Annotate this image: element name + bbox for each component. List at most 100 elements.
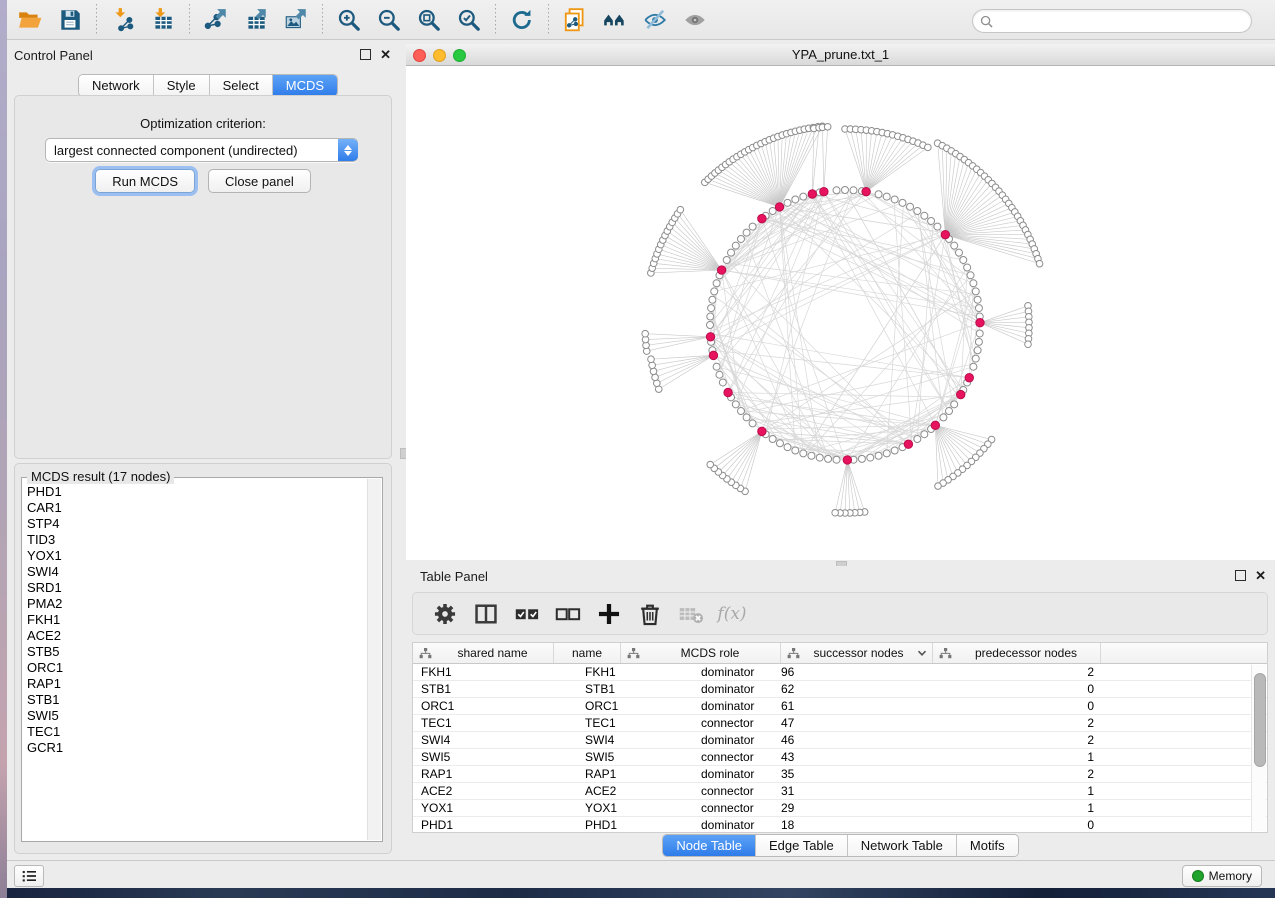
graph-node[interactable] bbox=[1025, 341, 1032, 348]
mcds-result-item[interactable]: SRD1 bbox=[27, 580, 366, 596]
close-table-panel-icon[interactable]: ✕ bbox=[1255, 571, 1266, 581]
graph-node[interactable] bbox=[907, 203, 914, 210]
tab-network-table[interactable]: Network Table bbox=[848, 835, 957, 856]
graph-node[interactable] bbox=[951, 401, 958, 408]
table-cell[interactable]: connector bbox=[621, 749, 781, 765]
table-row[interactable]: ACE2ACE2connector311 bbox=[413, 783, 1267, 800]
graph-node[interactable] bbox=[732, 242, 739, 249]
table-cell[interactable]: dominator bbox=[621, 766, 781, 782]
graph-mcds-node[interactable] bbox=[709, 351, 717, 359]
graph-node[interactable] bbox=[650, 368, 657, 375]
hide-selection-button[interactable] bbox=[639, 4, 671, 36]
table-cell[interactable]: 2 bbox=[933, 732, 1101, 748]
graph-node[interactable] bbox=[824, 123, 831, 130]
graph-node[interactable] bbox=[867, 454, 874, 461]
graph-node[interactable] bbox=[891, 196, 898, 203]
export-image-button[interactable] bbox=[280, 4, 312, 36]
graph-node[interactable] bbox=[833, 187, 840, 194]
graph-node[interactable] bbox=[850, 187, 857, 194]
graph-node[interactable] bbox=[946, 408, 953, 415]
graph-node[interactable] bbox=[719, 379, 726, 386]
table-scrollbar[interactable] bbox=[1251, 665, 1266, 831]
mcds-result-item[interactable]: TEC1 bbox=[27, 724, 366, 740]
table-row[interactable]: PHD1PHD1dominator180 bbox=[413, 817, 1267, 833]
graph-node[interactable] bbox=[972, 288, 979, 295]
graph-node[interactable] bbox=[875, 191, 882, 198]
mcds-result-item[interactable]: ORC1 bbox=[27, 660, 366, 676]
table-cell[interactable]: 0 bbox=[933, 698, 1101, 714]
table-cell[interactable]: STB1 bbox=[413, 681, 554, 697]
table-cell[interactable]: FKH1 bbox=[413, 664, 554, 680]
run-mcds-button[interactable]: Run MCDS bbox=[95, 169, 195, 193]
graph-node[interactable] bbox=[713, 363, 720, 370]
table-cell[interactable]: ACE2 bbox=[554, 783, 621, 799]
table-cell[interactable]: 47 bbox=[781, 715, 933, 731]
tab-network[interactable]: Network bbox=[79, 75, 154, 96]
graph-mcds-node[interactable] bbox=[758, 214, 766, 222]
mcds-result-item[interactable]: SWI4 bbox=[27, 564, 366, 580]
graph-mcds-node[interactable] bbox=[941, 230, 949, 238]
graph-mcds-node[interactable] bbox=[724, 388, 732, 396]
table-cell[interactable]: RAP1 bbox=[413, 766, 554, 782]
table-cell[interactable]: ACE2 bbox=[413, 783, 554, 799]
export-network-button[interactable] bbox=[200, 4, 232, 36]
graph-node[interactable] bbox=[707, 313, 714, 320]
table-cell[interactable]: 0 bbox=[933, 681, 1101, 697]
table-cell[interactable]: FKH1 bbox=[554, 664, 621, 680]
close-panel-button[interactable]: Close panel bbox=[208, 169, 311, 193]
graph-node[interactable] bbox=[832, 509, 839, 516]
graph-node[interactable] bbox=[776, 440, 783, 447]
mcds-result-item[interactable]: RAP1 bbox=[27, 676, 366, 692]
graph-node[interactable] bbox=[875, 452, 882, 459]
graph-mcds-node[interactable] bbox=[808, 190, 816, 198]
graph-node[interactable] bbox=[784, 444, 791, 451]
import-table-button[interactable] bbox=[147, 4, 179, 36]
add-column-button[interactable] bbox=[595, 600, 623, 628]
graph-node[interactable] bbox=[716, 371, 723, 378]
graph-node[interactable] bbox=[914, 435, 921, 442]
graph-mcds-node[interactable] bbox=[843, 456, 851, 464]
table-row[interactable]: SWI5SWI5connector431 bbox=[413, 749, 1267, 766]
graph-node[interactable] bbox=[921, 212, 928, 219]
float-panel-button[interactable] bbox=[360, 49, 371, 60]
graph-node[interactable] bbox=[769, 208, 776, 215]
graph-node[interactable] bbox=[737, 408, 744, 415]
table-cell[interactable]: dominator bbox=[621, 698, 781, 714]
zoom-fit-button[interactable] bbox=[413, 4, 445, 36]
graph-node[interactable] bbox=[709, 296, 716, 303]
search-input[interactable] bbox=[997, 11, 1251, 31]
table-cell[interactable]: PHD1 bbox=[413, 817, 554, 833]
graph-node[interactable] bbox=[707, 461, 714, 468]
graph-node[interactable] bbox=[974, 296, 981, 303]
graph-node[interactable] bbox=[800, 193, 807, 200]
graph-node[interactable] bbox=[975, 338, 982, 345]
table-cell[interactable]: 1 bbox=[933, 800, 1101, 816]
mcds-result-item[interactable]: ACE2 bbox=[27, 628, 366, 644]
graph-node[interactable] bbox=[972, 355, 979, 362]
table-row[interactable]: RAP1RAP1dominator352 bbox=[413, 766, 1267, 783]
graph-node[interactable] bbox=[825, 455, 832, 462]
graph-node[interactable] bbox=[808, 452, 815, 459]
graph-node[interactable] bbox=[769, 435, 776, 442]
table-cell[interactable]: 31 bbox=[781, 783, 933, 799]
first-neighbors-button[interactable] bbox=[599, 4, 631, 36]
graph-node[interactable] bbox=[967, 272, 974, 279]
table-cell[interactable]: SWI4 bbox=[554, 732, 621, 748]
table-cell[interactable]: dominator bbox=[621, 732, 781, 748]
memory-button[interactable]: Memory bbox=[1182, 865, 1262, 887]
graph-node[interactable] bbox=[940, 414, 947, 421]
show-all-button[interactable] bbox=[679, 4, 711, 36]
column-header-successor-nodes[interactable]: successor nodes bbox=[781, 643, 933, 663]
zoom-selected-button[interactable] bbox=[453, 4, 485, 36]
table-cell[interactable]: dominator bbox=[621, 817, 781, 833]
table-cell[interactable]: connector bbox=[621, 783, 781, 799]
table-scrollbar-thumb[interactable] bbox=[1254, 673, 1266, 767]
table-cell[interactable]: TEC1 bbox=[554, 715, 621, 731]
graph-node[interactable] bbox=[784, 199, 791, 206]
deselect-all-button[interactable] bbox=[554, 600, 582, 628]
graph-node[interactable] bbox=[732, 401, 739, 408]
search-field[interactable] bbox=[972, 9, 1252, 33]
graph-node[interactable] bbox=[728, 249, 735, 256]
new-network-from-selection-button[interactable] bbox=[559, 4, 591, 36]
graph-node[interactable] bbox=[951, 242, 958, 249]
